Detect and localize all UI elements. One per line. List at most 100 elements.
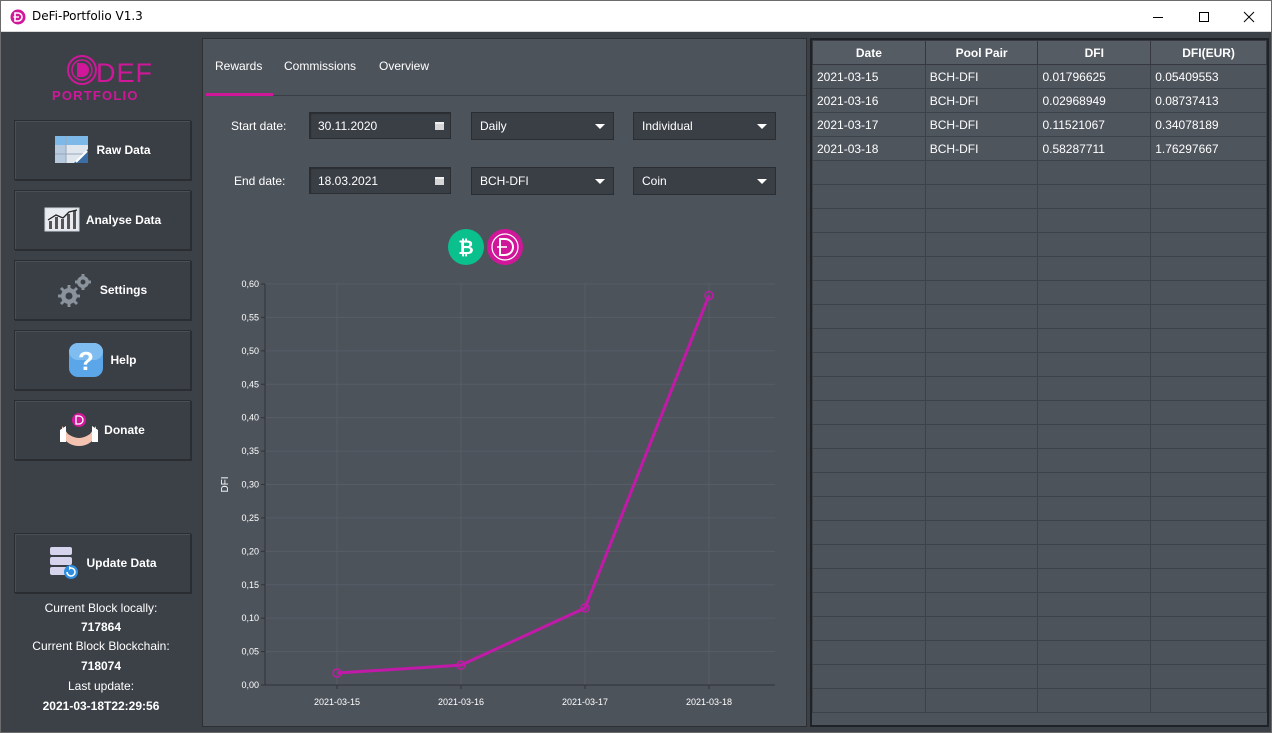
dfi-cell[interactable]: 0.58287711 bbox=[1037, 136, 1152, 161]
x-tick-label: 2021-03-16 bbox=[438, 697, 484, 707]
column-header-date[interactable]: Date bbox=[812, 40, 926, 65]
rewards-chart: 0,00 0,05 0,10 0,15 0,20 0,25 0,30 0,35 0,40 0,45… bbox=[220, 279, 775, 707]
empty-cell bbox=[1037, 424, 1152, 449]
app-window: DeFi-Portfolio V1.3 DEFI PORTFOLIO Raw D… bbox=[0, 0, 1272, 733]
empty-cell bbox=[1150, 448, 1267, 473]
chevron-down-icon bbox=[595, 179, 605, 184]
empty-cell bbox=[812, 160, 926, 185]
y-tick-label: 0,05 bbox=[241, 647, 259, 657]
column-header-pool-pair[interactable]: Pool Pair bbox=[924, 40, 1039, 65]
end-date-picker[interactable]: 18.03.2021 bbox=[309, 167, 451, 194]
pool-pair-cell[interactable]: BCH-DFI bbox=[924, 64, 1039, 89]
empty-cell bbox=[812, 616, 926, 641]
empty-cell bbox=[1037, 352, 1152, 377]
sidebar: DEFI PORTFOLIO Raw Data Analyse Data Set… bbox=[1, 32, 201, 732]
empty-cell bbox=[1150, 592, 1267, 617]
table-header-row: Date Pool Pair DFI DFI(EUR) bbox=[812, 40, 1267, 65]
empty-table-row bbox=[812, 184, 1267, 209]
y-tick-label: 0,30 bbox=[241, 480, 259, 490]
table-row[interactable]: 2021-03-16 BCH-DFI 0.02968949 0.08737413 bbox=[812, 88, 1267, 113]
chain-block-label: Current Block Blockchain: bbox=[32, 639, 170, 653]
pool-pair-cell[interactable]: BCH-DFI bbox=[924, 88, 1039, 113]
empty-table-row bbox=[812, 208, 1267, 233]
empty-cell bbox=[924, 544, 1039, 569]
bitcoin-cash-icon: ₿ bbox=[448, 229, 484, 265]
dfi-eur-cell[interactable]: 0.34078189 bbox=[1150, 112, 1267, 137]
y-tick-label: 0,55 bbox=[241, 312, 259, 322]
empty-cell bbox=[924, 328, 1039, 353]
empty-table-row bbox=[812, 376, 1267, 401]
defi-portfolio-logo: DEFI PORTFOLIO bbox=[52, 55, 155, 102]
empty-cell bbox=[1037, 160, 1152, 185]
start-date-picker[interactable]: 30.11.2020 bbox=[309, 112, 451, 139]
empty-cell bbox=[812, 304, 926, 329]
column-header-dfi-eur[interactable]: DFI(EUR) bbox=[1150, 40, 1267, 65]
date-cell[interactable]: 2021-03-15 bbox=[812, 64, 926, 89]
empty-table-row bbox=[812, 352, 1267, 377]
empty-cell bbox=[812, 640, 926, 665]
table-row[interactable]: 2021-03-18 BCH-DFI 0.58287711 1.76297667 bbox=[812, 136, 1267, 161]
pool-pair-cell[interactable]: BCH-DFI bbox=[924, 136, 1039, 161]
empty-cell bbox=[1150, 544, 1267, 569]
tab-commissions[interactable]: Commissions bbox=[284, 59, 356, 73]
x-tick-label: 2021-03-17 bbox=[562, 697, 608, 707]
table-row[interactable]: 2021-03-15 BCH-DFI 0.01796625 0.05409553 bbox=[812, 64, 1267, 89]
date-cell[interactable]: 2021-03-16 bbox=[812, 88, 926, 113]
empty-cell bbox=[812, 688, 926, 713]
logo-portfolio-text: PORTFOLIO bbox=[52, 88, 139, 102]
empty-cell bbox=[924, 616, 1039, 641]
date-cell[interactable]: 2021-03-17 bbox=[812, 112, 926, 137]
column-header-dfi[interactable]: DFI bbox=[1037, 40, 1152, 65]
dfi-eur-cell[interactable]: 1.76297667 bbox=[1150, 136, 1267, 161]
empty-cell bbox=[1037, 688, 1152, 713]
pool-select[interactable]: BCH-DFI bbox=[471, 167, 614, 195]
empty-cell bbox=[1150, 688, 1267, 713]
y-tick-label: 0,35 bbox=[241, 446, 259, 456]
date-cell[interactable]: 2021-03-18 bbox=[812, 136, 926, 161]
raw-data-button[interactable]: Raw Data bbox=[14, 120, 191, 180]
interval-select[interactable]: Daily bbox=[471, 112, 614, 140]
empty-cell bbox=[812, 472, 926, 497]
mode-select[interactable]: Individual bbox=[633, 112, 776, 140]
y-tick-label: 0,00 bbox=[241, 680, 259, 690]
empty-table-row bbox=[812, 280, 1267, 305]
dfi-eur-cell[interactable]: 0.05409553 bbox=[1150, 64, 1267, 89]
dfi-cell[interactable]: 0.02968949 bbox=[1037, 88, 1152, 113]
database-refresh-icon bbox=[50, 547, 79, 579]
settings-button[interactable]: Settings bbox=[14, 260, 191, 320]
update-data-button[interactable]: Update Data bbox=[14, 533, 191, 593]
last-update-value: 2021-03-18T22:29:56 bbox=[42, 699, 160, 713]
calendar-icon[interactable] bbox=[435, 122, 444, 130]
calendar-icon[interactable] bbox=[435, 177, 444, 185]
svg-text:?: ? bbox=[79, 346, 95, 376]
minimize-icon bbox=[1153, 17, 1163, 18]
empty-table-row bbox=[812, 256, 1267, 281]
empty-cell bbox=[1150, 328, 1267, 353]
maximize-icon bbox=[1199, 12, 1209, 22]
empty-cell bbox=[812, 208, 926, 233]
y-tick-label: 0,15 bbox=[241, 580, 259, 590]
y-tick-label: 0,45 bbox=[241, 379, 259, 389]
dfi-eur-cell[interactable]: 0.08737413 bbox=[1150, 88, 1267, 113]
unit-select[interactable]: Coin bbox=[633, 167, 776, 195]
empty-cell bbox=[1150, 640, 1267, 665]
table-row[interactable]: 2021-03-17 BCH-DFI 0.11521067 0.34078189 bbox=[812, 112, 1267, 137]
close-button[interactable] bbox=[1226, 1, 1271, 32]
empty-cell bbox=[1150, 496, 1267, 521]
last-update-label: Last update: bbox=[67, 679, 135, 693]
spreadsheet-icon bbox=[55, 136, 89, 163]
empty-cell bbox=[812, 328, 926, 353]
tab-overview[interactable]: Overview bbox=[379, 59, 429, 73]
analyse-data-button[interactable]: Analyse Data bbox=[14, 190, 191, 250]
maximize-button[interactable] bbox=[1181, 1, 1227, 32]
dfi-cell[interactable]: 0.11521067 bbox=[1037, 112, 1152, 137]
minimize-button[interactable] bbox=[1135, 1, 1181, 32]
y-tick-label: 0,40 bbox=[241, 413, 259, 423]
pool-pair-cell[interactable]: BCH-DFI bbox=[924, 112, 1039, 137]
empty-table-row bbox=[812, 400, 1267, 425]
tab-rewards[interactable]: Rewards bbox=[215, 59, 262, 73]
help-button[interactable]: ? Help bbox=[14, 330, 191, 390]
dfi-cell[interactable]: 0.01796625 bbox=[1037, 64, 1152, 89]
empty-cell bbox=[1150, 472, 1267, 497]
donate-button[interactable]: Donate bbox=[14, 400, 191, 460]
